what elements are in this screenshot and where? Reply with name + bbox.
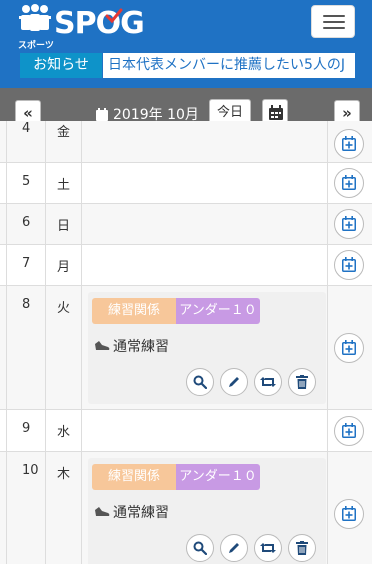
calendar-plus-icon [342,506,356,521]
add-event-button[interactable] [334,250,364,280]
add-cell [328,163,372,203]
add-cell [328,286,372,409]
table-row: 5 土 [0,163,372,204]
logo-subtext: スポーツ [18,41,54,51]
add-cell [328,410,372,451]
category-tag: 練習関係 [92,298,176,324]
logo-figure-icon [19,4,51,31]
day-number: 7 [6,245,46,285]
calendar-icon [96,107,108,121]
day-events [82,163,328,203]
add-event-button[interactable] [334,129,364,159]
menu-button[interactable] [311,5,355,38]
calendar-plus-icon [342,136,356,151]
table-row: 9 水 [0,410,372,452]
table-row: 10 木 練習関係 アンダー１０ 通常練習 [0,452,372,564]
add-cell [328,204,372,244]
repeat-event-button[interactable] [254,534,282,562]
day-events [82,121,328,162]
logo-check-icon [105,8,123,24]
search-icon [193,375,207,389]
shoe-icon [95,507,110,516]
day-number: 6 [6,204,46,244]
day-events [82,204,328,244]
add-event-button[interactable] [334,333,364,363]
event-card[interactable]: 練習関係 アンダー１０ 通常練習 [88,458,326,564]
site-header: SPOG スポーツ お知らせ 日本代表メンバーに推薦したい5人のJ [0,0,372,88]
logo-text: SPOG [54,6,145,41]
day-number: 4 [6,121,46,162]
view-event-button[interactable] [186,534,214,562]
day-number: 5 [6,163,46,203]
add-cell [328,245,372,285]
calendar-plus-icon [342,175,356,190]
delete-event-button[interactable] [288,534,316,562]
site-logo[interactable]: SPOG スポーツ [18,4,145,51]
retweet-icon [260,377,276,387]
edit-event-button[interactable] [220,534,248,562]
weekday: 金 [46,121,82,162]
calendar-plus-icon [342,423,356,438]
repeat-event-button[interactable] [254,368,282,396]
event-title-text: 通常練習 [113,339,169,355]
table-row: 8 火 練習関係 アンダー１０ 通常練習 [0,286,372,410]
event-title: 通常練習 [94,502,169,522]
day-number: 9 [6,410,46,451]
weekday: 火 [46,286,82,409]
edit-event-button[interactable] [220,368,248,396]
day-events: 練習関係 アンダー１０ 通常練習 [82,452,328,564]
category-tag: 練習関係 [92,464,176,490]
team-tag: アンダー１０ [176,298,260,324]
weekday: 水 [46,410,82,451]
table-row: 7 月 [0,245,372,286]
hamburger-icon [323,21,345,23]
delete-event-button[interactable] [288,368,316,396]
pencil-icon [229,377,239,387]
weekday: 土 [46,163,82,203]
event-title-text: 通常練習 [113,505,169,521]
table-row: 4 金 [0,121,372,163]
calendar-plus-icon [342,340,356,355]
day-number: 10 [6,452,46,564]
hamburger-icon [323,15,345,17]
trash-icon [296,541,308,555]
trash-icon [296,375,308,389]
day-events [82,410,328,451]
event-card[interactable]: 練習関係 アンダー１０ 通常練習 [88,292,326,404]
weekday: 木 [46,452,82,564]
event-title: 通常練習 [94,336,169,356]
day-events [82,245,328,285]
day-events: 練習関係 アンダー１０ 通常練習 [82,286,328,409]
add-cell [328,121,372,162]
calendar-icon [269,105,283,120]
weekday: 月 [46,245,82,285]
calendar-plus-icon [342,257,356,272]
team-tag: アンダー１０ [176,464,260,490]
weekday: 日 [46,204,82,244]
pencil-icon [229,543,239,553]
add-event-button[interactable] [334,209,364,239]
shoe-icon [95,341,110,350]
table-row: 6 日 [0,204,372,245]
view-event-button[interactable] [186,368,214,396]
add-cell [328,452,372,564]
calendar-plus-icon [342,216,356,231]
add-event-button[interactable] [334,416,364,446]
add-event-button[interactable] [334,499,364,529]
retweet-icon [260,543,276,553]
add-event-button[interactable] [334,168,364,198]
search-icon [193,541,207,555]
hamburger-icon [323,27,345,29]
news-ticker[interactable]: 日本代表メンバーに推薦したい5人のJ [103,53,355,78]
day-number: 8 [6,286,46,409]
news-label[interactable]: お知らせ [20,53,102,78]
